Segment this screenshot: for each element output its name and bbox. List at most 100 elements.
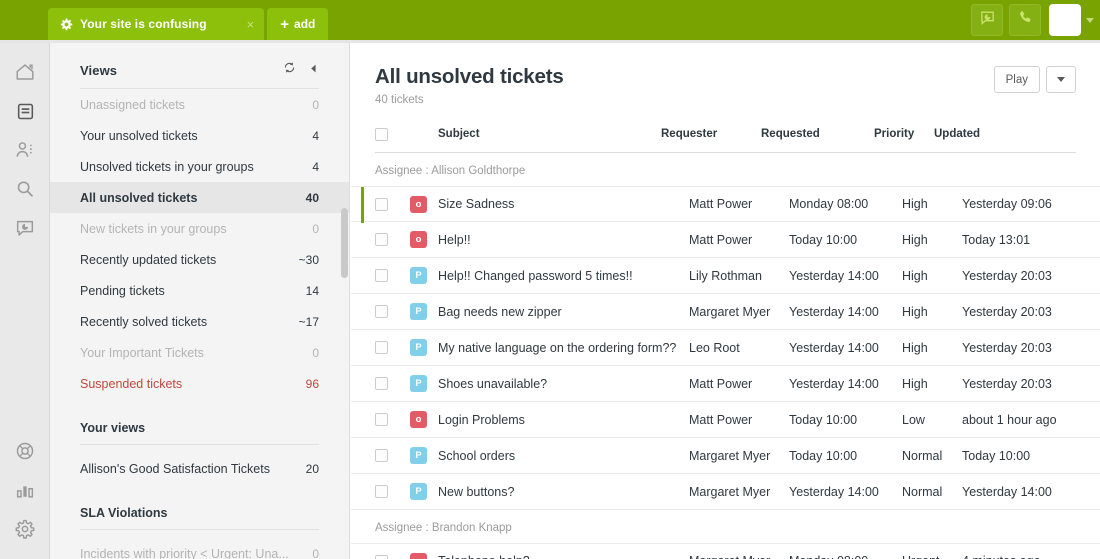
row-checkbox[interactable]: [375, 269, 388, 282]
view-item-pending-tickets[interactable]: Pending tickets 14: [50, 275, 349, 306]
view-item-recently-solved-tickets[interactable]: Recently solved tickets ~17: [50, 306, 349, 337]
nav-settings[interactable]: [0, 512, 50, 551]
search-icon: [14, 178, 36, 205]
tab-your-site-is-confusing[interactable]: Your site is confusing ×: [48, 8, 265, 40]
view-item-allisons-good-satisfaction-tickets[interactable]: Allison's Good Satisfaction Tickets 20: [50, 453, 349, 484]
chevron-down-icon: [1086, 17, 1094, 23]
add-tab-button[interactable]: + add: [267, 8, 329, 40]
plus-icon: +: [280, 15, 290, 33]
view-label: Suspended tickets: [80, 376, 183, 391]
nav-guide[interactable]: [0, 434, 50, 473]
chevron-left-icon[interactable]: [308, 61, 319, 79]
cell-requested: Today 10:00: [789, 448, 858, 463]
table-row[interactable]: o Telephone help? Margaret Myer Monday 0…: [351, 543, 1100, 559]
cell-requester: Leo Root: [689, 340, 740, 355]
nav-tickets[interactable]: [0, 94, 50, 133]
cell-updated: Yesterday 14:00: [962, 484, 1052, 499]
column-header-requested[interactable]: Requested: [761, 128, 874, 140]
view-item-all-unsolved-tickets[interactable]: All unsolved tickets 40: [50, 182, 349, 213]
view-item-your-unsolved-tickets[interactable]: Your unsolved tickets 4: [50, 120, 349, 151]
chat-button[interactable]: [971, 4, 1003, 36]
view-item-your-important-tickets[interactable]: Your Important Tickets 0: [50, 337, 349, 368]
play-button[interactable]: Play: [993, 66, 1040, 93]
cell-priority: High: [902, 268, 928, 283]
view-item-suspended-tickets[interactable]: Suspended tickets 96: [50, 368, 349, 399]
row-checkbox[interactable]: [375, 197, 388, 211]
user-menu[interactable]: [1049, 4, 1094, 36]
view-item-unsolved-tickets-in-your-groups[interactable]: Unsolved tickets in your groups 4: [50, 151, 349, 182]
table-row[interactable]: P School orders Margaret Myer Today 10:0…: [351, 438, 1100, 474]
column-header-updated[interactable]: Updated: [934, 128, 1074, 140]
status-badge-pending: P: [410, 483, 427, 500]
phone-icon: [1017, 9, 1034, 31]
cell-updated: about 1 hour ago: [962, 412, 1057, 427]
ticket-count: 40 tickets: [375, 94, 424, 106]
cell-requester: Margaret Myer: [689, 448, 771, 463]
cell-requested: Yesterday 14:00: [789, 484, 879, 499]
select-all-checkbox-cell: [375, 127, 410, 141]
gear-icon: [60, 18, 73, 31]
cell-updated: Yesterday 20:03: [962, 376, 1052, 391]
view-item-unassigned-tickets[interactable]: Unassigned tickets 0: [50, 89, 349, 120]
row-checkbox[interactable]: [375, 554, 388, 559]
row-checkbox[interactable]: [375, 305, 388, 318]
cell-requester: Matt Power: [689, 197, 753, 211]
row-checkbox[interactable]: [375, 485, 388, 498]
cell-priority: Normal: [902, 448, 943, 463]
cell-subject: School orders: [438, 448, 516, 463]
sla-violations-title: SLA Violations: [80, 506, 168, 520]
view-count: ~30: [298, 252, 319, 267]
nav-rail-top: [0, 55, 50, 250]
table-row[interactable]: P Help!! Changed password 5 times!! Lily…: [351, 258, 1100, 294]
inbox-icon: [15, 101, 36, 127]
nav-customers[interactable]: [0, 133, 50, 172]
phone-button[interactable]: [1009, 4, 1041, 36]
play-options-button[interactable]: [1046, 66, 1076, 93]
zendesk-agent-window: Your site is confusing × + add Views Una…: [0, 0, 1100, 559]
cell-updated: Today 10:00: [962, 448, 1031, 463]
tab-strip: Your site is confusing × + add: [48, 8, 329, 40]
reporting-icon: [14, 479, 36, 506]
refresh-icon[interactable]: [283, 61, 296, 79]
table-row[interactable]: P My native language on the ordering for…: [351, 330, 1100, 366]
cell-priority: Low: [902, 412, 925, 427]
table-row[interactable]: P New buttons? Margaret Myer Yesterday 1…: [351, 474, 1100, 510]
status-badge-pending: P: [410, 447, 427, 464]
cell-requested: Monday 08:00: [789, 554, 902, 559]
row-checkbox[interactable]: [375, 341, 388, 354]
table-row[interactable]: P Shoes unavailable? Matt Power Yesterda…: [351, 366, 1100, 402]
view-count: 40: [305, 190, 319, 205]
column-header-requester[interactable]: Requester: [661, 128, 761, 140]
table-row[interactable]: P Bag needs new zipper Margaret Myer Yes…: [351, 294, 1100, 330]
chat-icon: [979, 9, 996, 31]
cell-requester: Margaret Myer: [689, 554, 789, 559]
status-badge-open: o: [410, 552, 427, 559]
nav-reporting[interactable]: [0, 473, 50, 512]
cell-requested: Yesterday 14:00: [789, 340, 879, 355]
status-badge-pending: P: [410, 339, 427, 356]
cell-updated: Yesterday 20:03: [962, 304, 1052, 319]
view-item-new-tickets-in-your-groups[interactable]: New tickets in your groups 0: [50, 213, 349, 244]
row-checkbox[interactable]: [375, 233, 388, 246]
row-checkbox[interactable]: [375, 449, 388, 462]
column-header-subject[interactable]: Subject: [410, 128, 661, 140]
select-all-checkbox[interactable]: [375, 127, 388, 141]
row-checkbox[interactable]: [375, 413, 388, 426]
table-row[interactable]: o Size Sadness Matt Power Monday 08:00 H…: [351, 186, 1100, 223]
views-header-actions: [283, 61, 319, 79]
nav-chat[interactable]: [0, 211, 50, 250]
view-item-incidents-with-priority-urgent[interactable]: Incidents with priority < Urgent: Una...…: [50, 538, 349, 559]
row-checkbox[interactable]: [375, 377, 388, 390]
table-row[interactable]: o Help!! Matt Power Today 10:00 High Tod…: [351, 222, 1100, 258]
view-item-recently-updated-tickets[interactable]: Recently updated tickets ~30: [50, 244, 349, 275]
settings-gear-icon: [14, 518, 36, 545]
column-header-priority[interactable]: Priority: [874, 128, 934, 140]
nav-search[interactable]: [0, 172, 50, 211]
close-icon[interactable]: ×: [247, 18, 255, 31]
table-row[interactable]: o Login Problems Matt Power Today 10:00 …: [351, 402, 1100, 438]
table-header: Subject Requester Requested Priority Upd…: [351, 123, 1100, 145]
nav-home[interactable]: [0, 55, 50, 94]
views-sidebar: Views Unassigned tickets 0 Your unsolved…: [50, 43, 350, 559]
group-header-allison-goldthorpe: Assignee : Allison Goldthorpe: [375, 165, 526, 177]
sidebar-scrollbar[interactable]: [341, 208, 348, 278]
